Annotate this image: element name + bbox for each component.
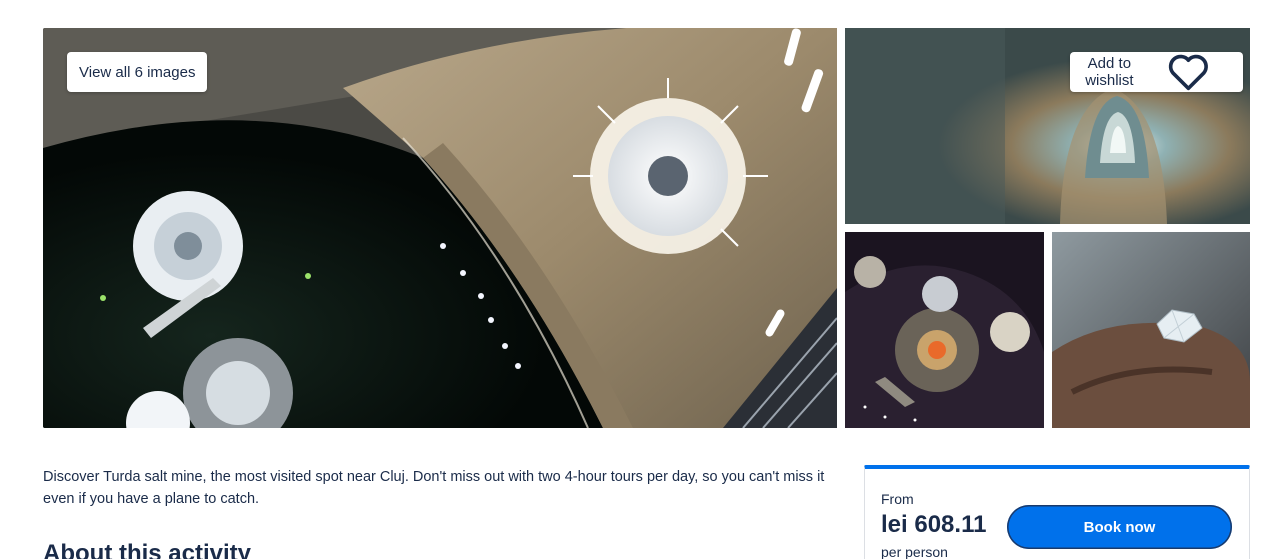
- add-to-wishlist-label: Add to wishlist: [1085, 55, 1134, 89]
- book-now-button[interactable]: Book now: [1007, 505, 1232, 549]
- booking-card: From lei 608.11 per person Book now: [864, 465, 1250, 559]
- activity-page: ★★★★★: [0, 0, 1267, 559]
- add-to-wishlist-button[interactable]: Add to wishlist: [1070, 52, 1243, 92]
- main-photo[interactable]: View all 6 images: [43, 28, 837, 428]
- activity-description: Discover Turda salt mine, the most visit…: [43, 469, 825, 507]
- tunnel-photo[interactable]: Add to wishlist: [845, 28, 1250, 224]
- about-heading: About this activity: [43, 540, 252, 559]
- price-from-label: From: [881, 491, 914, 507]
- heart-icon: [1168, 54, 1208, 91]
- header-remnant: ★★★★★: [43, 0, 643, 6]
- salt-crystal-image: [1052, 232, 1250, 428]
- price-value: lei 608.11: [881, 511, 987, 538]
- view-all-images-label: View all 6 images: [79, 63, 196, 81]
- salt-mine-aerial-image: [845, 232, 1044, 428]
- crystal-photo[interactable]: [1052, 232, 1250, 428]
- rating-stars: ★★★★★: [43, 0, 116, 3]
- price-unit-label: per person: [881, 544, 948, 559]
- view-all-images-button[interactable]: View all 6 images: [67, 52, 208, 92]
- aerial-photo[interactable]: [845, 232, 1044, 428]
- image-gallery: View all 6 images Add to wishlist: [43, 28, 1250, 428]
